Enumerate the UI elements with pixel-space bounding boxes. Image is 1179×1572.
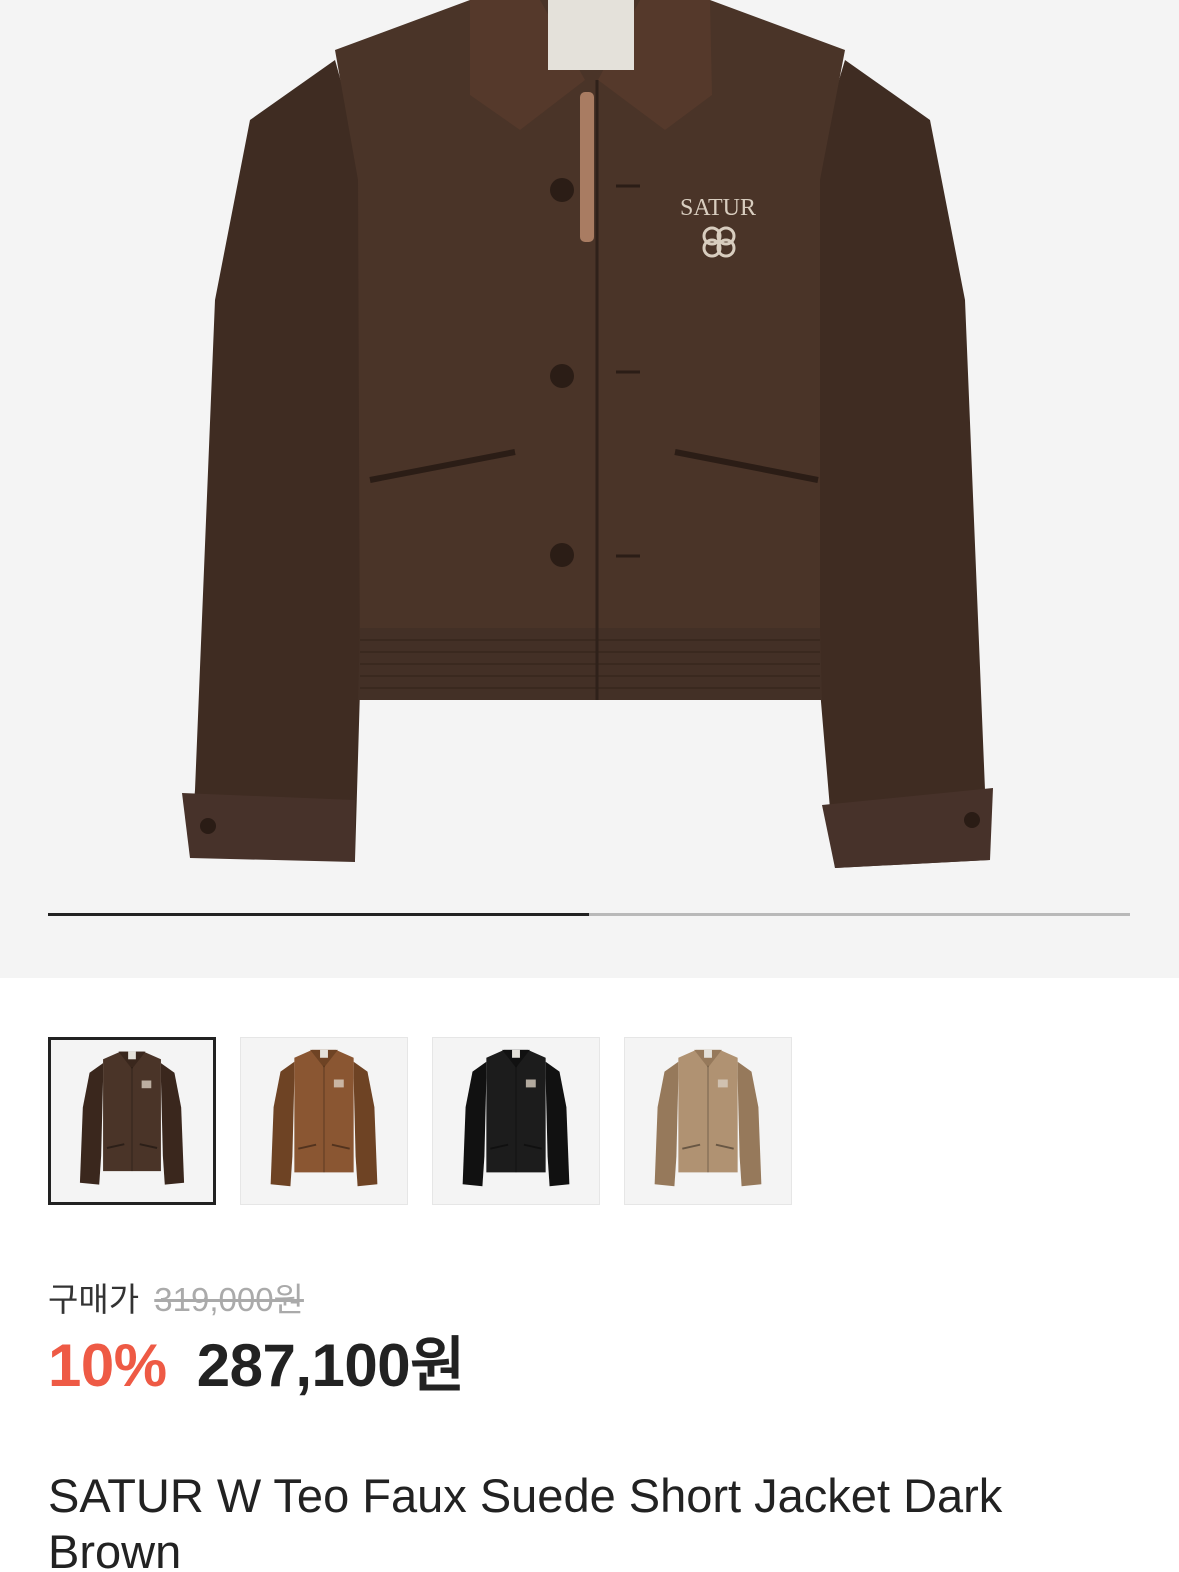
image-slider-progress-fill bbox=[48, 913, 589, 916]
product-main-image[interactable]: SATUR bbox=[0, 0, 1179, 978]
color-thumbnail-dark-brown[interactable] bbox=[48, 1037, 216, 1205]
color-thumbnail-black[interactable] bbox=[432, 1037, 600, 1205]
price-label: 구매가 bbox=[48, 1281, 140, 1318]
color-thumbnail-brown[interactable] bbox=[240, 1037, 408, 1205]
image-slider-progress bbox=[48, 913, 1130, 916]
jacket-thumbnail-icon bbox=[462, 1049, 570, 1187]
sale-price-row: 10% 287,100원 bbox=[48, 1330, 465, 1402]
original-price-row: 구매가 319,000원 bbox=[48, 1278, 465, 1322]
price-block: 구매가 319,000원 10% 287,100원 bbox=[48, 1278, 465, 1402]
discount-rate: 10% bbox=[48, 1332, 167, 1399]
jacket-illustration: SATUR bbox=[182, 0, 993, 868]
color-thumbnail-list bbox=[48, 1037, 792, 1205]
color-thumbnail-beige[interactable] bbox=[624, 1037, 792, 1205]
jacket-thumbnail-icon bbox=[79, 1051, 185, 1185]
jacket-thumbnail-icon bbox=[270, 1049, 378, 1187]
original-price: 319,000원 bbox=[154, 1281, 304, 1318]
product-title: SATUR W Teo Faux Suede Short Jacket Dark… bbox=[48, 1469, 1003, 1572]
sale-price: 287,100원 bbox=[196, 1332, 466, 1399]
jacket-thumbnail-icon bbox=[654, 1049, 762, 1187]
brand-logo: SATUR bbox=[680, 195, 756, 221]
